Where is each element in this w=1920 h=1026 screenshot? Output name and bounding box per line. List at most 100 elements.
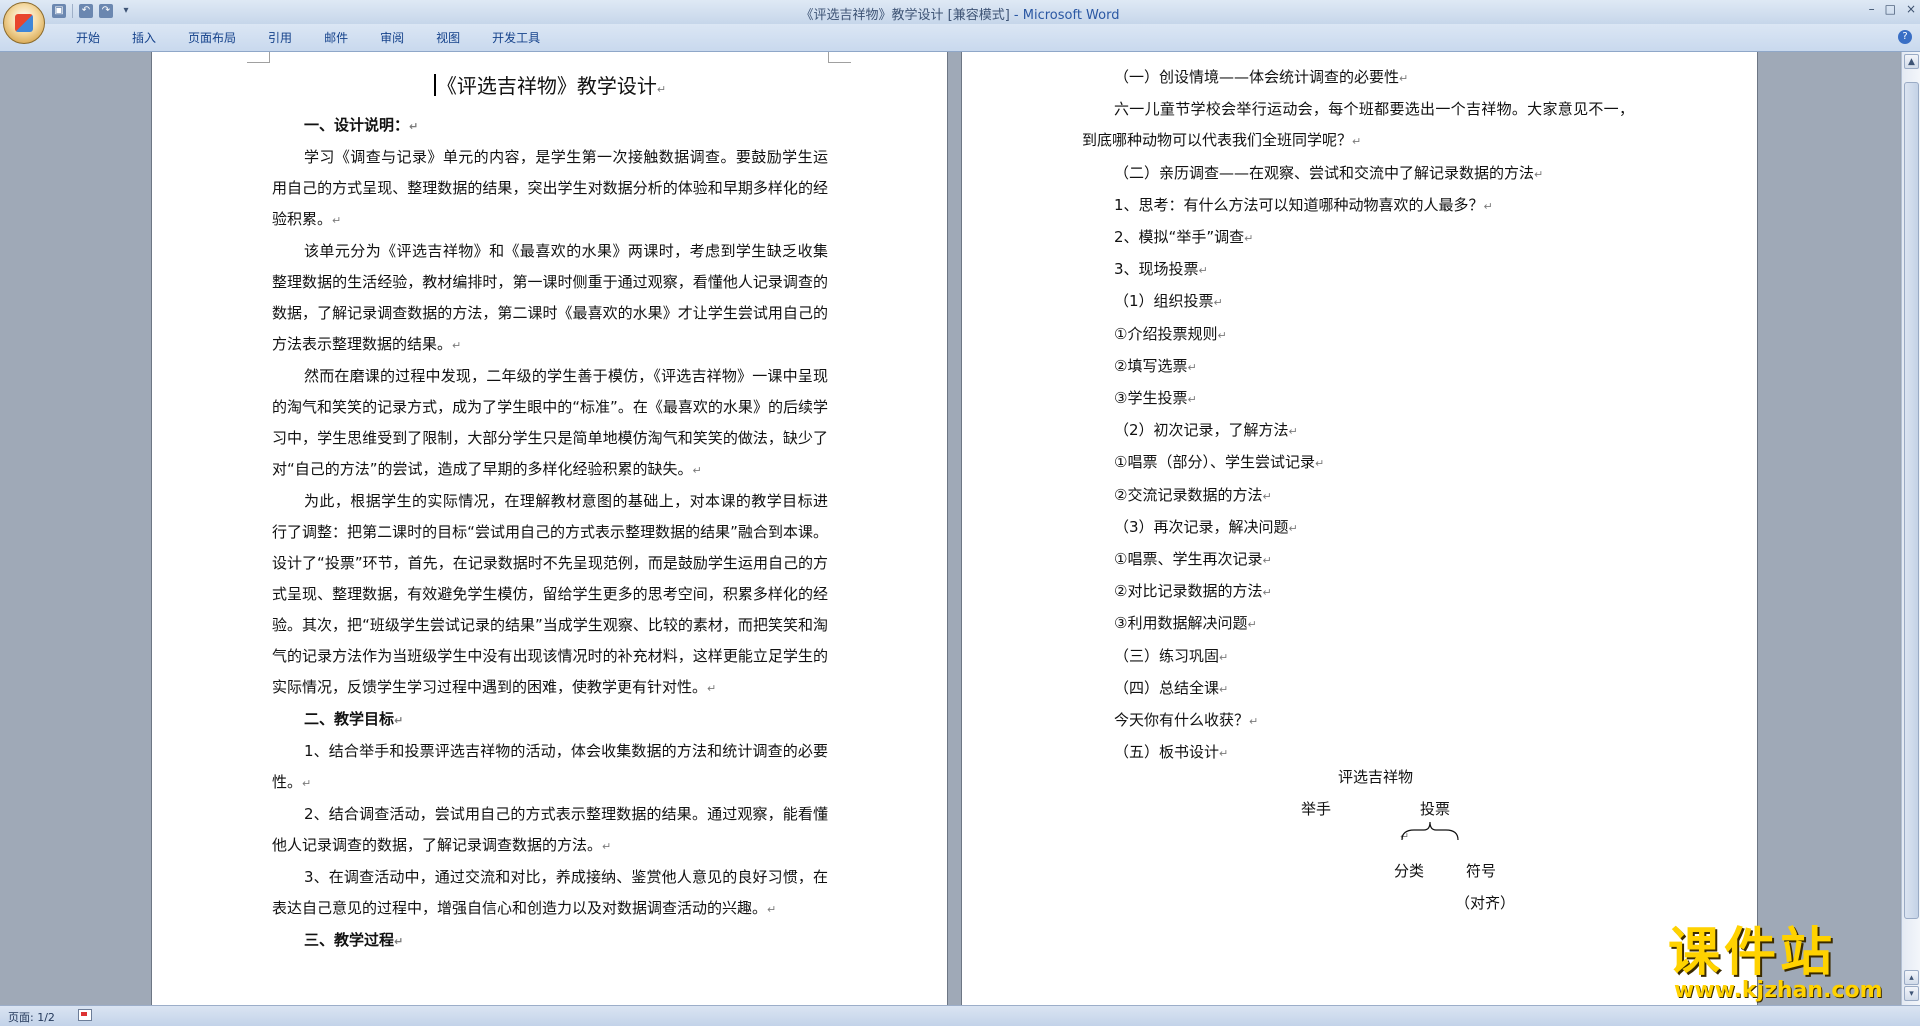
title-bar: ▣ ↶ ↷ ▾ 《评选吉祥物》教学设计 [兼容模式] - Microsoft W… bbox=[0, 0, 1920, 25]
tab-view[interactable]: 视图 bbox=[420, 30, 476, 46]
paragraph-text: 3、在调查活动中，通过交流和对比，养成接纳、鉴赏他人意见的良好习惯，在表达自己意… bbox=[272, 868, 828, 917]
section-heading: 二、教学目标↵ bbox=[272, 704, 828, 736]
paragraph-mark: ↵ bbox=[1262, 554, 1272, 568]
board-left: 举手 bbox=[1301, 800, 1332, 818]
paragraph: （2）初次记录，了解方法↵ bbox=[1114, 415, 1634, 447]
page-indicator[interactable]: 页面: 1/2 bbox=[8, 1009, 55, 1025]
paragraph-mark: ↵ bbox=[1262, 586, 1272, 600]
paragraph-mark: ↵ bbox=[1249, 715, 1259, 729]
proofing-icon[interactable] bbox=[78, 1009, 92, 1021]
section-heading: 三、教学过程↵ bbox=[272, 925, 828, 957]
text-cursor bbox=[433, 74, 436, 96]
paragraph: （二）亲历调查——在观察、尝试和交流中了解记录数据的方法↵ bbox=[1114, 158, 1634, 190]
paragraph-mark: ↵ bbox=[1219, 650, 1229, 664]
paragraph-mark: ↵ bbox=[1213, 296, 1223, 310]
section-heading: 一、设计说明：↵ bbox=[272, 110, 828, 142]
paragraph: 然而在磨课的过程中发现，二年级的学生善于模仿，《评选吉祥物》一课中呈现的淘气和笑… bbox=[272, 361, 828, 486]
paragraph-text: ③学生投票 bbox=[1114, 389, 1188, 408]
paragraph-mark: ↵ bbox=[1247, 618, 1257, 632]
office-button[interactable] bbox=[3, 2, 45, 44]
paragraph-mark: ↵ bbox=[1534, 167, 1544, 181]
paragraph-text: ③利用数据解决问题 bbox=[1114, 614, 1248, 633]
paragraph-text: （3）再次记录，解决问题 bbox=[1114, 517, 1289, 536]
paragraph-mark: ↵ bbox=[1198, 264, 1208, 278]
paragraph-mark: ↵ bbox=[1244, 232, 1254, 246]
paragraph-mark: ↵ bbox=[1187, 360, 1197, 374]
vertical-scrollbar[interactable]: ▲ ▴ ▾ bbox=[1901, 52, 1920, 1005]
paragraph-text: 然而在磨课的过程中发现，二年级的学生善于模仿，《评选吉祥物》一课中呈现的淘气和笑… bbox=[272, 367, 828, 478]
tab-mailings[interactable]: 邮件 bbox=[308, 30, 364, 46]
paragraph-text: （一）创设情境——体会统计调查的必要性 bbox=[1114, 68, 1400, 86]
paragraph-text: 三、教学过程 bbox=[304, 931, 395, 949]
page-1-text[interactable]: 《评选吉祥物》教学设计↵ 一、设计说明：↵ 学习《调查与记录》单元的内容，是学生第… bbox=[272, 66, 828, 957]
page-2-text[interactable]: （一）创设情境——体会统计调查的必要性↵ 六一儿童节学校会举行运动会，每个班都要选… bbox=[1082, 62, 1634, 769]
paragraph-mark: ↵ bbox=[1314, 457, 1325, 471]
paragraph-text: （五）板书设计 bbox=[1114, 743, 1220, 762]
office-logo-icon bbox=[15, 14, 33, 32]
paragraph-text: 1、结合举手和投票评选吉祥物的活动，体会收集数据的方法和统计调查的必要性。 bbox=[272, 742, 828, 791]
paragraph-text: 为此，根据学生的实际情况，在理解教材意图的基础上，对本课的教学目标进行了调整：把… bbox=[272, 492, 828, 696]
paragraph-text: ②填写选票 bbox=[1114, 356, 1188, 375]
paragraph: ①唱票（部分）、学生尝试记录↵ bbox=[1114, 447, 1634, 479]
tab-home[interactable]: 开始 bbox=[60, 30, 116, 46]
paragraph: （一）创设情境——体会统计调查的必要性↵ bbox=[1114, 62, 1634, 94]
paragraph: 3、在调查活动中，通过交流和对比，养成接纳、鉴赏他人意见的良好习惯，在表达自己意… bbox=[272, 862, 828, 925]
board-title: 评选吉祥物 bbox=[1338, 768, 1414, 786]
paragraph-mark: ↵ bbox=[1262, 489, 1272, 503]
board-branch-right: 符号 bbox=[1466, 862, 1497, 880]
page-2[interactable]: （一）创设情境——体会统计调查的必要性↵ 六一儿童节学校会举行运动会，每个班都要选… bbox=[962, 52, 1757, 1005]
paragraph-mark: ↵ bbox=[394, 714, 404, 727]
minimize-icon[interactable]: – bbox=[1869, 2, 1875, 16]
paragraph-mark: ↵ bbox=[1483, 199, 1493, 213]
paragraph: 2、模拟“举手”调查↵ bbox=[1114, 222, 1634, 254]
paragraph: 1、思考：有什么方法可以知道哪种动物喜欢的人最多？↵ bbox=[1114, 190, 1634, 222]
paragraph-mark: ↵ bbox=[1352, 135, 1362, 149]
window-title: 《评选吉祥物》教学设计 [兼容模式] - Microsoft Word bbox=[0, 4, 1920, 23]
paragraph-text: 1、思考：有什么方法可以知道哪种动物喜欢的人最多？ bbox=[1114, 195, 1484, 214]
scroll-up-icon[interactable]: ▲ bbox=[1904, 54, 1919, 69]
paragraph-text: 学习《调查与记录》单元的内容，是学生第一次接触数据调查。要鼓励学生运用自己的方式… bbox=[272, 148, 828, 228]
paragraph-text: 3、现场投票 bbox=[1114, 260, 1199, 279]
tab-review[interactable]: 审阅 bbox=[364, 30, 420, 46]
paragraph-text: 2、结合调查活动，尝试用自己的方式表示整理数据的结果。通过观察，能看懂他人记录调… bbox=[272, 805, 828, 854]
status-bar: 页面: 1/2 bbox=[0, 1005, 1920, 1026]
page-1[interactable]: 《评选吉祥物》教学设计↵ 一、设计说明：↵ 学习《调查与记录》单元的内容，是学生第… bbox=[152, 52, 947, 1005]
next-page-icon[interactable]: ▾ bbox=[1904, 986, 1919, 1001]
paragraph-text: （三）练习巩固 bbox=[1114, 646, 1220, 665]
paragraph: 学习《调查与记录》单元的内容，是学生第一次接触数据调查。要鼓励学生运用自己的方式… bbox=[272, 142, 828, 236]
help-icon[interactable]: ? bbox=[1898, 30, 1912, 44]
tab-developer[interactable]: 开发工具 bbox=[476, 30, 556, 46]
paragraph-mark: ↵ bbox=[707, 682, 717, 695]
app-name: Microsoft Word bbox=[1022, 8, 1120, 23]
paragraph: ②对比记录数据的方法↵ bbox=[1114, 576, 1634, 608]
paragraph-mark: ↵ bbox=[452, 339, 462, 352]
window-controls: – □ × bbox=[1869, 2, 1916, 16]
previous-page-icon[interactable]: ▴ bbox=[1904, 970, 1919, 985]
paragraph-mark: ↵ bbox=[1217, 328, 1227, 342]
paragraph-text: 2、模拟“举手”调查 bbox=[1114, 228, 1245, 247]
tab-insert[interactable]: 插入 bbox=[116, 30, 172, 46]
paragraph: ③学生投票↵ bbox=[1114, 383, 1634, 415]
paragraph: ①介绍投票规则↵ bbox=[1114, 319, 1634, 351]
paragraph: ②填写选票↵ bbox=[1114, 351, 1634, 383]
brace-icon bbox=[1401, 821, 1459, 841]
paragraph: 今天你有什么收获？↵ bbox=[1114, 705, 1634, 737]
paragraph-mark: ↵ bbox=[1219, 747, 1229, 761]
tab-page-layout[interactable]: 页面布局 bbox=[172, 30, 252, 46]
document-heading-text: 《评选吉祥物》教学设计 bbox=[436, 74, 657, 98]
paragraph: 3、现场投票↵ bbox=[1114, 254, 1634, 286]
paragraph-mark: ↵ bbox=[1187, 393, 1197, 407]
paragraph: （3）再次记录，解决问题↵ bbox=[1114, 512, 1634, 544]
paragraph: （四）总结全课↵ bbox=[1114, 673, 1634, 705]
close-icon[interactable]: × bbox=[1906, 2, 1916, 16]
maximize-icon[interactable]: □ bbox=[1885, 2, 1896, 16]
paragraph-mark: ↵ bbox=[409, 120, 419, 133]
paragraph: ③利用数据解决问题↵ bbox=[1114, 608, 1634, 640]
document-heading: 《评选吉祥物》教学设计↵ bbox=[272, 66, 828, 110]
board-note: （对齐） bbox=[1455, 894, 1516, 912]
tab-references[interactable]: 引用 bbox=[252, 30, 308, 46]
paragraph-text: 一、设计说明： bbox=[304, 116, 410, 134]
paragraph: （三）练习巩固↵ bbox=[1114, 641, 1634, 673]
paragraph-text: ②交流记录数据的方法 bbox=[1114, 485, 1263, 504]
scrollbar-thumb[interactable] bbox=[1904, 82, 1919, 919]
